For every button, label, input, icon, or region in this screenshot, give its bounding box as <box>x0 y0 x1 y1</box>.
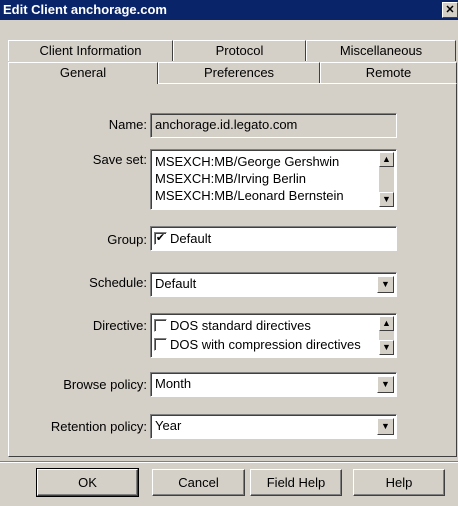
divider <box>0 461 458 463</box>
ok-button[interactable]: OK <box>36 468 139 497</box>
tab-remote[interactable]: Remote <box>320 62 457 83</box>
help-button[interactable]: Help <box>353 469 445 496</box>
title-bar: Edit Client anchorage.com ✕ <box>0 0 458 20</box>
tab-general[interactable]: General <box>8 62 158 84</box>
general-tab-panel <box>8 83 457 457</box>
tab-client-information[interactable]: Client Information <box>8 40 173 61</box>
tab-miscellaneous[interactable]: Miscellaneous <box>306 40 456 61</box>
tab-preferences[interactable]: Preferences <box>158 62 320 83</box>
tab-protocol[interactable]: Protocol <box>173 40 306 61</box>
close-icon[interactable]: ✕ <box>442 2 458 18</box>
window-title: Edit Client anchorage.com <box>3 2 167 17</box>
cancel-button[interactable]: Cancel <box>152 469 245 496</box>
field-help-button[interactable]: Field Help <box>250 469 342 496</box>
